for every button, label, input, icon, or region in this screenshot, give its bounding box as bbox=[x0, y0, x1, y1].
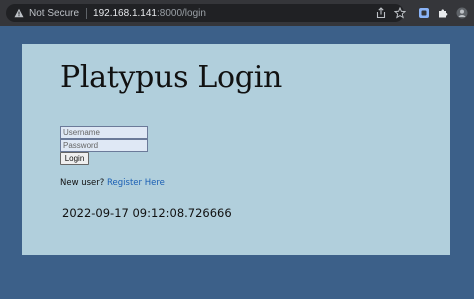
profile-icon[interactable] bbox=[456, 7, 468, 19]
url-host: 192.168.1.141 bbox=[93, 7, 157, 19]
login-panel: Platypus Login Login New user? Register … bbox=[22, 44, 450, 255]
username-input[interactable] bbox=[60, 126, 148, 139]
password-input[interactable] bbox=[60, 139, 148, 152]
bookmark-action bbox=[394, 4, 406, 22]
url-path: :8000/login bbox=[156, 7, 206, 19]
profile-menu bbox=[456, 4, 468, 22]
address-bar-actions bbox=[375, 4, 387, 22]
extension-badge-icon[interactable] bbox=[418, 7, 430, 19]
warning-icon bbox=[14, 8, 24, 18]
star-icon[interactable] bbox=[394, 7, 406, 19]
new-user-label: New user? bbox=[60, 178, 105, 188]
register-link[interactable]: Register Here bbox=[107, 178, 165, 188]
server-timestamp: 2022-09-17 09:12:08.726666 bbox=[62, 206, 232, 220]
address-bar[interactable]: Not Secure 192.168.1.141:8000/login bbox=[6, 4, 404, 22]
extensions-menu bbox=[437, 4, 449, 22]
url-text[interactable]: 192.168.1.141:8000/login bbox=[93, 8, 206, 19]
page-title: Platypus Login bbox=[60, 60, 283, 95]
divider bbox=[86, 7, 88, 19]
extension-action bbox=[418, 4, 430, 22]
puzzle-icon[interactable] bbox=[437, 7, 449, 19]
browser-toolbar: Not Secure 192.168.1.141:8000/login bbox=[0, 0, 474, 26]
login-button[interactable]: Login bbox=[60, 152, 89, 165]
security-status[interactable]: Not Secure bbox=[29, 8, 79, 19]
share-icon[interactable] bbox=[375, 7, 387, 19]
register-prompt: New user? Register Here bbox=[60, 178, 165, 188]
